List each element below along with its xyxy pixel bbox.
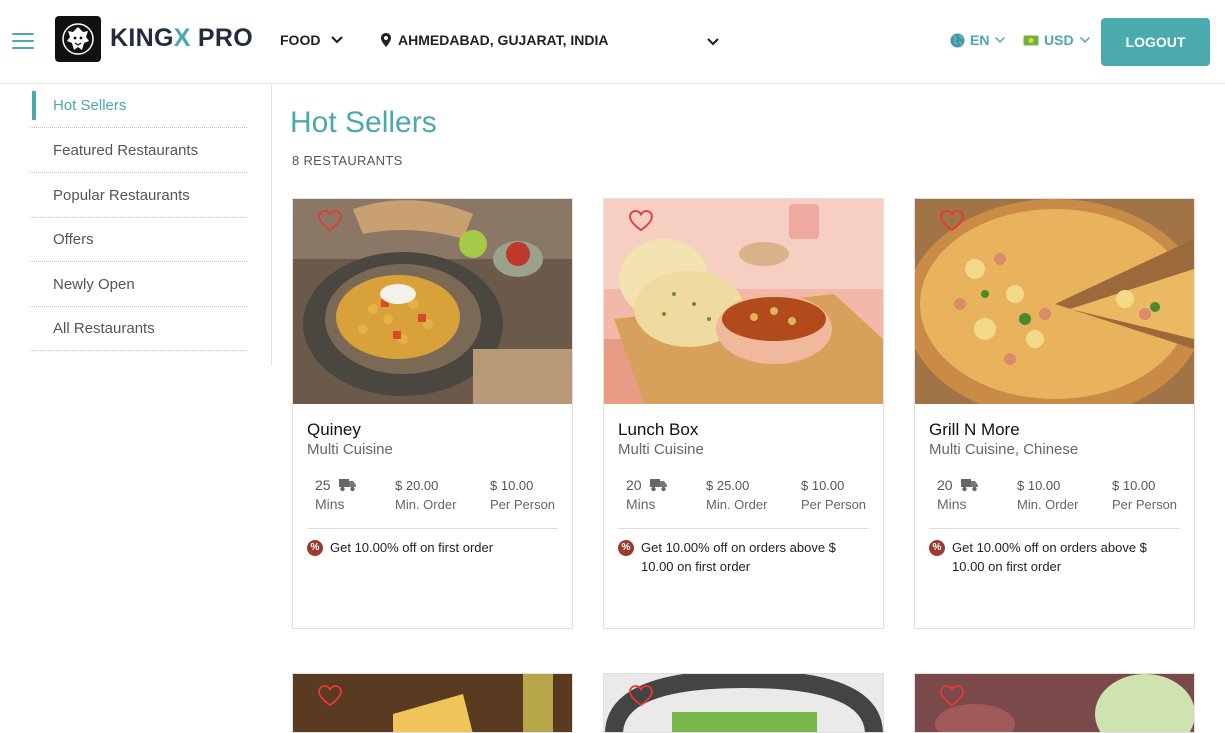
discount-icon xyxy=(618,540,634,556)
delivery-truck-icon xyxy=(339,479,357,492)
location-selector[interactable]: AHMEDABAD, GUJARAT, INDIA xyxy=(380,32,609,48)
min-order: $ 10.00 Min. Order xyxy=(1017,478,1079,512)
location-chevron-down-icon[interactable] xyxy=(706,34,720,52)
language-label: EN xyxy=(970,32,990,48)
restaurant-card[interactable]: Grill N More Multi Cuisine, Chinese 20 M… xyxy=(914,198,1195,629)
restaurant-name[interactable]: Lunch Box xyxy=(618,420,698,440)
per-person-cost: $ 10.00 Per Person xyxy=(490,478,556,512)
money-icon xyxy=(1023,35,1039,45)
restaurant-cuisine: Multi Cuisine, Chinese xyxy=(929,441,1079,458)
divider xyxy=(618,528,869,529)
currency-label: USD xyxy=(1044,32,1074,48)
chevron-down-icon xyxy=(1079,36,1090,44)
discount-icon xyxy=(929,540,945,556)
min-order: $ 25.00 Min. Order xyxy=(706,478,768,512)
sidebar-item-label: Popular Restaurants xyxy=(53,187,190,204)
discount-icon xyxy=(307,540,323,556)
favorite-heart-icon[interactable] xyxy=(628,209,654,233)
favorite-heart-icon[interactable] xyxy=(939,209,965,233)
service-label: FOOD xyxy=(280,32,321,48)
chevron-down-icon xyxy=(995,36,1006,44)
offer-text: Get 10.00% off on first order xyxy=(307,538,562,557)
sidebar-item-offers[interactable]: Offers xyxy=(30,218,247,262)
category-sidebar: Hot Sellers Featured Restaurants Popular… xyxy=(0,84,272,366)
favorite-heart-icon[interactable] xyxy=(317,209,343,233)
logout-button[interactable]: LOGOUT xyxy=(1101,18,1210,66)
restaurant-image[interactable] xyxy=(915,199,1194,404)
page-title: Hot Sellers xyxy=(290,106,437,139)
chevron-down-icon xyxy=(331,36,344,44)
restaurant-card[interactable] xyxy=(914,673,1195,733)
sidebar-item-featured-restaurants[interactable]: Featured Restaurants xyxy=(30,129,247,173)
divider xyxy=(307,528,558,529)
currency-selector[interactable]: USD xyxy=(1023,32,1091,48)
restaurant-card[interactable]: Lunch Box Multi Cuisine 20 Mins $ 25.00 … xyxy=(603,198,884,629)
sidebar-item-newly-open[interactable]: Newly Open xyxy=(30,263,247,307)
delivery-truck-icon xyxy=(650,479,668,492)
restaurant-card[interactable] xyxy=(292,673,573,733)
delivery-time: 25 Mins xyxy=(315,476,358,514)
favorite-heart-icon[interactable] xyxy=(317,684,343,708)
active-indicator xyxy=(32,91,36,120)
restaurant-image[interactable] xyxy=(293,199,572,404)
hamburger-menu-icon[interactable] xyxy=(12,33,34,49)
offer-text: Get 10.00% off on orders above $ 10.00 o… xyxy=(929,538,1184,576)
per-person-cost: $ 10.00 Per Person xyxy=(1112,478,1178,512)
restaurant-image[interactable] xyxy=(604,199,883,404)
map-pin-icon xyxy=(381,33,391,47)
top-header: KINGX PRO FOOD AHMEDABAD, GUJARAT, INDIA… xyxy=(0,0,1225,84)
restaurant-card[interactable]: Quiney Multi Cuisine 25 Mins $ 20.00 Min… xyxy=(292,198,573,629)
offer-text: Get 10.00% off on orders above $ 10.00 o… xyxy=(618,538,873,576)
delivery-truck-icon xyxy=(961,479,979,492)
sidebar-item-label: Newly Open xyxy=(53,276,135,293)
sidebar-item-label: All Restaurants xyxy=(53,320,155,337)
per-person-cost: $ 10.00 Per Person xyxy=(801,478,867,512)
restaurant-cuisine: Multi Cuisine xyxy=(307,441,393,458)
sidebar-item-popular-restaurants[interactable]: Popular Restaurants xyxy=(30,174,247,218)
language-selector[interactable]: EN xyxy=(950,32,1006,48)
sidebar-item-label: Offers xyxy=(53,231,94,248)
sidebar-item-all-restaurants[interactable]: All Restaurants xyxy=(30,307,247,351)
restaurant-cuisine: Multi Cuisine xyxy=(618,441,704,458)
divider xyxy=(929,528,1180,529)
restaurant-count: 8 RESTAURANTS xyxy=(292,153,403,168)
sidebar-item-label: Hot Sellers xyxy=(53,97,127,114)
brand-name[interactable]: KINGX PRO xyxy=(110,24,253,53)
delivery-time: 20 Mins xyxy=(937,476,980,514)
sidebar-item-label: Featured Restaurants xyxy=(53,142,199,159)
globe-icon xyxy=(950,33,965,47)
lion-logo-icon[interactable] xyxy=(55,16,101,62)
restaurant-card[interactable] xyxy=(603,673,884,733)
restaurant-name[interactable]: Grill N More xyxy=(929,420,1020,440)
favorite-heart-icon[interactable] xyxy=(939,684,965,708)
delivery-time: 20 Mins xyxy=(626,476,669,514)
restaurant-name[interactable]: Quiney xyxy=(307,420,361,440)
favorite-heart-icon[interactable] xyxy=(628,684,654,708)
location-label: AHMEDABAD, GUJARAT, INDIA xyxy=(398,32,609,48)
min-order: $ 20.00 Min. Order xyxy=(395,478,457,512)
service-selector[interactable]: FOOD xyxy=(280,32,344,48)
sidebar-item-hot-sellers[interactable]: Hot Sellers xyxy=(30,84,247,128)
